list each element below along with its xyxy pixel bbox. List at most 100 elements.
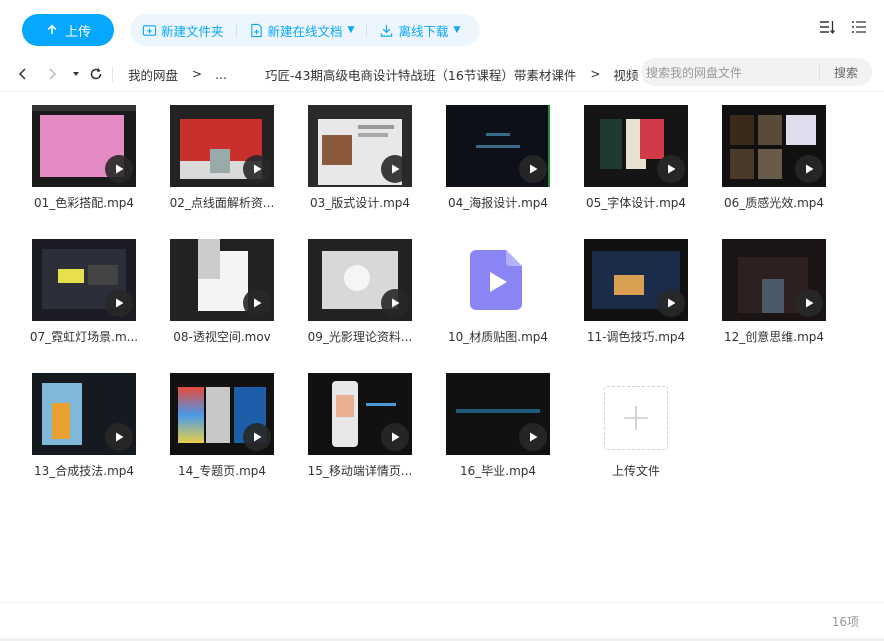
new-folder-button[interactable]: 新建文件夹 — [130, 14, 236, 46]
file-tile[interactable]: 15_移动端详情页... — [308, 360, 446, 490]
file-name: 15_移动端详情页... — [307, 464, 413, 478]
file-tile[interactable]: 04_海报设计.mp4 — [446, 92, 584, 222]
file-name: 01_色彩搭配.mp4 — [33, 196, 135, 210]
file-tile[interactable]: 08-透视空间.mov — [170, 226, 308, 356]
video-thumbnail — [308, 105, 412, 187]
file-name: 11-调色技巧.mp4 — [586, 330, 686, 344]
caret-down-icon — [73, 72, 79, 76]
video-thumbnail — [170, 105, 274, 187]
file-name: 02_点线面解析资... — [169, 196, 275, 210]
play-icon — [105, 423, 133, 451]
sort-icon[interactable] — [818, 18, 836, 36]
video-thumbnail — [32, 105, 136, 187]
file-tile[interactable]: 01_色彩搭配.mp4 — [32, 92, 170, 222]
file-tile[interactable]: 02_点线面解析资... — [170, 92, 308, 222]
file-tile[interactable]: 07_霓虹灯场景.m... — [30, 226, 170, 356]
file-tile[interactable]: 11-调色技巧.mp4 — [584, 226, 722, 356]
file-name: 06_质感光效.mp4 — [723, 196, 825, 210]
video-thumbnail — [584, 105, 688, 187]
chevron-right-icon — [49, 68, 57, 80]
upload-file-tile[interactable]: 上传文件 — [584, 360, 722, 490]
breadcrumb: 我的网盘 > ... 巧匠-43期高级电商设计特战班（16节课程）带素材课件 >… — [128, 56, 675, 92]
play-icon — [657, 155, 685, 183]
play-icon — [243, 155, 271, 183]
file-name: 13_合成技法.mp4 — [33, 464, 135, 478]
chevron-right-icon: > — [590, 67, 601, 81]
video-thumbnail — [446, 373, 550, 455]
file-grid: 01_色彩搭配.mp4 02_点线面解析资... 03_版式设计.mp4 04_… — [0, 92, 884, 602]
video-thumbnail — [308, 373, 412, 455]
file-tile[interactable]: 09_光影理论资料... — [308, 226, 446, 356]
plus-icon — [624, 406, 648, 430]
play-icon — [795, 155, 823, 183]
list-view-icon[interactable] — [850, 18, 868, 36]
video-file-icon — [470, 250, 522, 310]
play-icon — [795, 289, 823, 317]
file-name: 10_材质贴图.mp4 — [447, 330, 549, 344]
upload-label: 上传 — [64, 24, 91, 40]
history-dropdown[interactable] — [67, 65, 85, 83]
download-icon — [381, 24, 393, 37]
video-thumbnail — [446, 105, 550, 187]
video-thumbnail — [722, 239, 826, 321]
video-thumbnail — [32, 373, 136, 455]
new-online-doc-label: 新建在线文档 — [267, 23, 343, 39]
breadcrumb-item-current[interactable]: 视频 — [613, 65, 638, 84]
play-icon — [243, 423, 271, 451]
upload-button[interactable]: 上传 — [22, 14, 114, 46]
file-name: 12_创意思维.mp4 — [723, 330, 825, 344]
search-input[interactable]: 搜索我的网盘文件 — [641, 64, 819, 81]
file-name: 07_霓虹灯场景.m... — [29, 330, 139, 344]
offline-download-label: 离线下载 — [398, 23, 449, 39]
file-tile[interactable]: 12_创意思维.mp4 — [722, 226, 860, 356]
new-online-doc-button[interactable]: 新建在线文档 ▼ — [237, 14, 367, 46]
search-box: 搜索我的网盘文件 搜索 — [641, 58, 872, 86]
chevron-right-icon: > — [192, 67, 203, 81]
file-tile[interactable]: 10_材质贴图.mp4 — [446, 226, 584, 356]
breadcrumb-item[interactable]: 我的网盘 — [128, 65, 178, 84]
file-name: 03_版式设计.mp4 — [309, 196, 411, 210]
offline-download-button[interactable]: 离线下载 ▼ — [367, 14, 472, 46]
divider — [631, 66, 632, 82]
file-name: 05_字体设计.mp4 — [585, 196, 687, 210]
new-folder-label: 新建文件夹 — [161, 23, 224, 39]
file-tile[interactable]: 13_合成技法.mp4 — [32, 360, 170, 490]
video-thumbnail — [32, 239, 136, 321]
folder-plus-icon — [142, 24, 157, 36]
file-tile[interactable]: 05_字体设计.mp4 — [584, 92, 722, 222]
caret-down-icon: ▼ — [347, 25, 355, 35]
upload-file-label: 上传文件 — [611, 464, 660, 478]
file-name: 16_毕业.mp4 — [459, 464, 537, 478]
divider — [112, 66, 113, 82]
view-controls — [818, 18, 868, 36]
breadcrumb-ellipsis[interactable]: ... — [215, 67, 227, 82]
breadcrumb-item[interactable]: 巧匠-43期高级电商设计特战班（16节课程）带素材课件 — [265, 65, 576, 84]
play-icon — [105, 289, 133, 317]
play-icon — [657, 289, 685, 317]
file-name: 14_专题页.mp4 — [177, 464, 267, 478]
video-thumbnail — [584, 239, 688, 321]
play-icon — [381, 289, 409, 317]
video-thumbnail — [170, 373, 274, 455]
upload-file-box[interactable] — [604, 386, 668, 450]
file-tile[interactable]: 16_毕业.mp4 — [446, 360, 584, 490]
forward-button[interactable] — [43, 65, 61, 83]
video-thumbnail — [722, 105, 826, 187]
file-tile[interactable]: 14_专题页.mp4 — [170, 360, 308, 490]
file-name: 09_光影理论资料... — [307, 330, 413, 344]
play-icon — [519, 423, 547, 451]
video-thumbnail — [170, 239, 274, 321]
upload-cloud-icon — [47, 24, 57, 35]
toolbar: 上传 新建文件夹 新建在线文档 ▼ 离线下载 ▼ — [0, 0, 884, 56]
video-thumbnail — [308, 239, 412, 321]
chevron-left-icon — [18, 68, 26, 80]
play-icon — [105, 155, 133, 183]
refresh-icon — [90, 68, 102, 80]
file-tile[interactable]: 06_质感光效.mp4 — [722, 92, 860, 222]
item-count: 16项 — [831, 615, 859, 629]
search-button[interactable]: 搜索 — [820, 64, 872, 81]
back-button[interactable] — [14, 65, 32, 83]
file-tile[interactable]: 03_版式设计.mp4 — [308, 92, 446, 222]
action-group: 新建文件夹 新建在线文档 ▼ 离线下载 ▼ — [130, 14, 480, 46]
refresh-button[interactable] — [87, 65, 105, 83]
